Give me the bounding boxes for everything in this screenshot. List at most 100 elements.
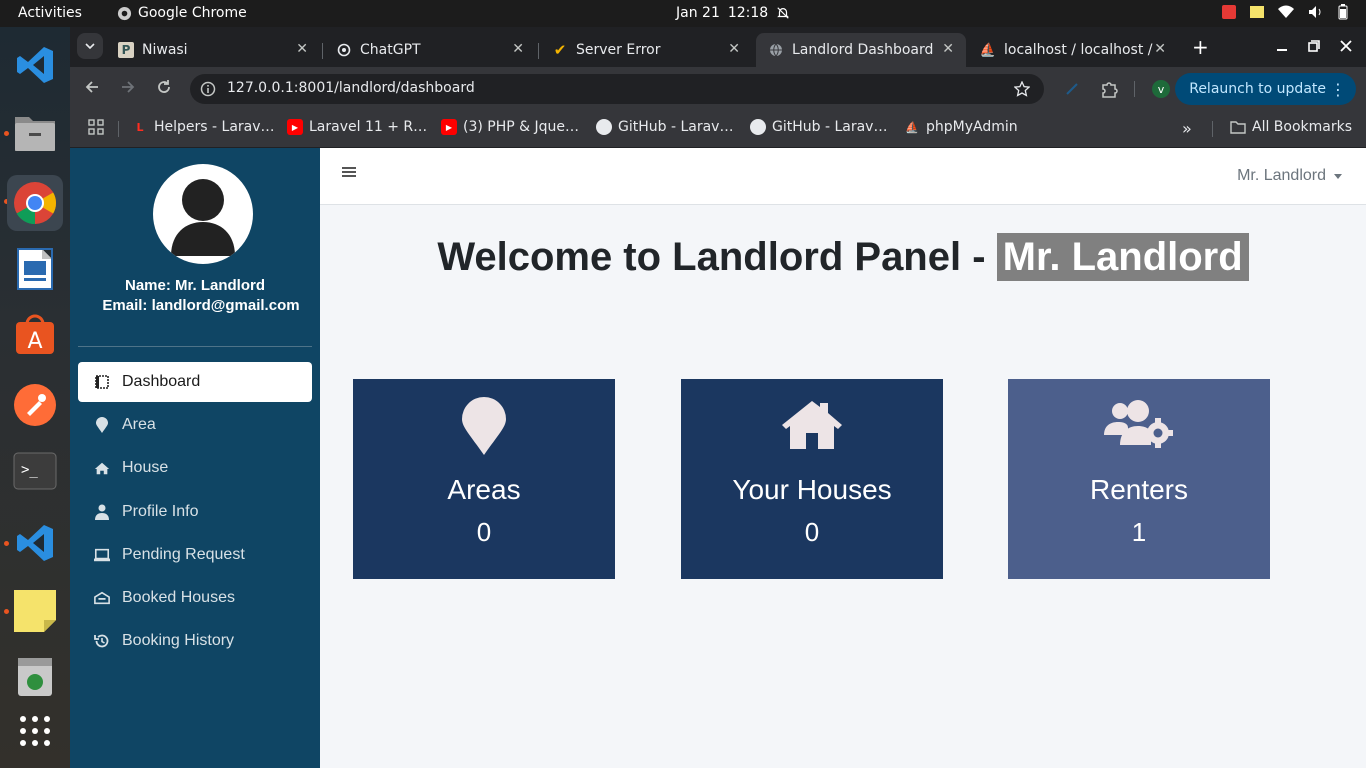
- vscode-launcher[interactable]: [11, 41, 59, 89]
- tab-niwasi[interactable]: P Niwasi ✕: [106, 33, 320, 67]
- trash-launcher[interactable]: [11, 653, 59, 701]
- relaunch-to-update-button[interactable]: Relaunch to update ⋮: [1175, 73, 1356, 105]
- volume-icon[interactable]: [1308, 5, 1324, 19]
- bookmark-helpers-laravel[interactable]: L Helpers - Larav…: [132, 119, 274, 135]
- bookmark-laravel-11[interactable]: ▶ Laravel 11 + R…: [287, 119, 427, 135]
- maximize-button[interactable]: [1308, 37, 1320, 56]
- url-text: 127.0.0.1:8001/landlord/dashboard: [227, 80, 475, 96]
- chrome-icon: [117, 6, 132, 20]
- close-icon: [1340, 40, 1352, 52]
- vscode-launcher-2[interactable]: [11, 519, 59, 567]
- date-label: Jan 21: [676, 5, 720, 21]
- tab-close-icon[interactable]: ✕: [1154, 41, 1166, 57]
- tab-close-icon[interactable]: ✕: [728, 41, 740, 57]
- terminal-launcher[interactable]: >_: [11, 447, 59, 495]
- minimize-icon: [1277, 49, 1287, 51]
- minimize-button[interactable]: [1276, 37, 1288, 56]
- bookmark-label: GitHub - Larav…: [618, 119, 734, 135]
- back-button[interactable]: [84, 79, 100, 99]
- globe-favicon-icon: [768, 42, 784, 58]
- avatar: [153, 164, 253, 264]
- site-info-icon[interactable]: [200, 81, 216, 97]
- sidebar-item-booked-houses[interactable]: Booked Houses: [78, 578, 312, 618]
- bookmark-github-laravel-1[interactable]: GitHub - Larav…: [596, 119, 733, 135]
- tab-localhost[interactable]: ⛵ localhost / localhost / ✕: [968, 33, 1178, 67]
- stat-card-value: 0: [476, 517, 492, 547]
- bookmark-label: (3) PHP & Jque…: [463, 119, 580, 135]
- bookmark-github-laravel-2[interactable]: GitHub - Larav…: [750, 119, 887, 135]
- wifi-icon[interactable]: [1278, 5, 1294, 19]
- app-menu[interactable]: Google Chrome: [117, 5, 247, 21]
- sidebar-item-label: Profile Info: [122, 503, 199, 520]
- sidebar-item-label: Dashboard: [122, 373, 201, 390]
- sidebar-item-pending-request[interactable]: Pending Request: [78, 535, 312, 575]
- tab-close-icon[interactable]: ✕: [296, 41, 308, 57]
- tab-separator: [322, 43, 323, 59]
- laptop-icon: [94, 547, 110, 563]
- profile-avatar[interactable]: v: [1152, 80, 1170, 98]
- ubuntu-dock: A >_: [0, 27, 70, 768]
- tab-close-icon[interactable]: ✕: [942, 41, 954, 57]
- checkmark-favicon-icon: ✔: [553, 41, 567, 59]
- postman-icon: [14, 384, 56, 426]
- stat-card-renters[interactable]: Renters 1: [1008, 379, 1270, 579]
- sidebar-toggle-button[interactable]: [342, 164, 360, 180]
- sidebar-item-profile-info[interactable]: Profile Info: [78, 492, 312, 532]
- sidebar-item-house[interactable]: House: [78, 448, 312, 488]
- tab-close-icon[interactable]: ✕: [512, 41, 524, 57]
- all-bookmarks-label: All Bookmarks: [1252, 119, 1353, 135]
- youtube-icon: ▶: [441, 119, 457, 135]
- toolbar-separator: [1134, 81, 1135, 97]
- files-launcher[interactable]: [11, 109, 59, 157]
- welcome-heading: Welcome to Landlord Panel - Mr. Landlord: [320, 233, 1366, 281]
- sidebar-item-dashboard[interactable]: Dashboard: [78, 362, 312, 402]
- youtube-icon: ▶: [287, 119, 303, 135]
- close-window-button[interactable]: [1340, 37, 1352, 56]
- tab-server-error[interactable]: ✔ Server Error ✕: [540, 33, 752, 67]
- bookmark-phpmyadmin[interactable]: ⛵ phpMyAdmin: [904, 119, 1018, 135]
- app-grid-launcher[interactable]: [11, 707, 59, 755]
- sidebar-item-label: Booked Houses: [122, 589, 235, 606]
- stat-card-areas[interactable]: Areas 0: [353, 379, 615, 579]
- chrome-icon: [14, 182, 57, 224]
- more-bookmarks-button[interactable]: »: [1182, 119, 1192, 138]
- tab-chatgpt[interactable]: ChatGPT ✕: [324, 33, 536, 67]
- new-tab-button[interactable]: +: [1192, 35, 1209, 59]
- bookmark-star-icon[interactable]: [1014, 81, 1030, 97]
- user-dropdown[interactable]: Mr. Landlord: [1237, 167, 1342, 185]
- tab-title: localhost / localhost /: [1004, 42, 1153, 58]
- all-bookmarks-button[interactable]: All Bookmarks: [1230, 119, 1352, 135]
- apps-grid-bookmark[interactable]: [88, 119, 104, 135]
- tab-landlord-dashboard[interactable]: Landlord Dashboard ✕: [756, 33, 966, 67]
- system-top-bar: Activities Google Chrome Jan 21 12:18: [0, 0, 1366, 27]
- extension-icon[interactable]: [1064, 81, 1080, 97]
- sidebar: Name: Mr. Landlord Email: landlord@gmail…: [70, 148, 320, 768]
- sidebar-item-booking-history[interactable]: Booking History: [78, 621, 312, 661]
- clock[interactable]: Jan 21 12:18: [676, 5, 790, 21]
- postman-launcher[interactable]: [11, 381, 59, 429]
- activities-button[interactable]: Activities: [18, 5, 82, 21]
- reload-icon: [158, 80, 170, 93]
- history-icon: [94, 633, 110, 649]
- system-tray[interactable]: [1222, 4, 1348, 20]
- files-icon: [15, 117, 55, 151]
- address-bar[interactable]: 127.0.0.1:8001/landlord/dashboard: [190, 74, 1044, 104]
- forward-button[interactable]: [120, 79, 136, 99]
- anydesk-icon[interactable]: [1222, 5, 1236, 19]
- libreoffice-impress-launcher[interactable]: [11, 245, 59, 293]
- stat-card-your-houses[interactable]: Your Houses 0: [681, 379, 943, 579]
- sticky-notes-launcher[interactable]: [11, 587, 59, 635]
- reload-button[interactable]: [156, 79, 172, 99]
- app-center-launcher[interactable]: A: [11, 311, 59, 359]
- chrome-launcher[interactable]: [7, 175, 63, 231]
- bookmark-php-jquery[interactable]: ▶ (3) PHP & Jque…: [441, 119, 579, 135]
- notifications-off-icon: [777, 7, 790, 19]
- hamburger-menu-icon: [342, 167, 356, 177]
- sticky-notes-tray-icon[interactable]: [1250, 6, 1264, 18]
- top-navbar: Mr. Landlord: [320, 148, 1366, 205]
- battery-icon[interactable]: [1338, 4, 1348, 20]
- extensions-puzzle-icon[interactable]: [1100, 80, 1118, 102]
- bookmark-label: GitHub - Larav…: [772, 119, 888, 135]
- sidebar-item-area[interactable]: Area: [78, 405, 312, 445]
- tab-search-button[interactable]: [77, 33, 103, 59]
